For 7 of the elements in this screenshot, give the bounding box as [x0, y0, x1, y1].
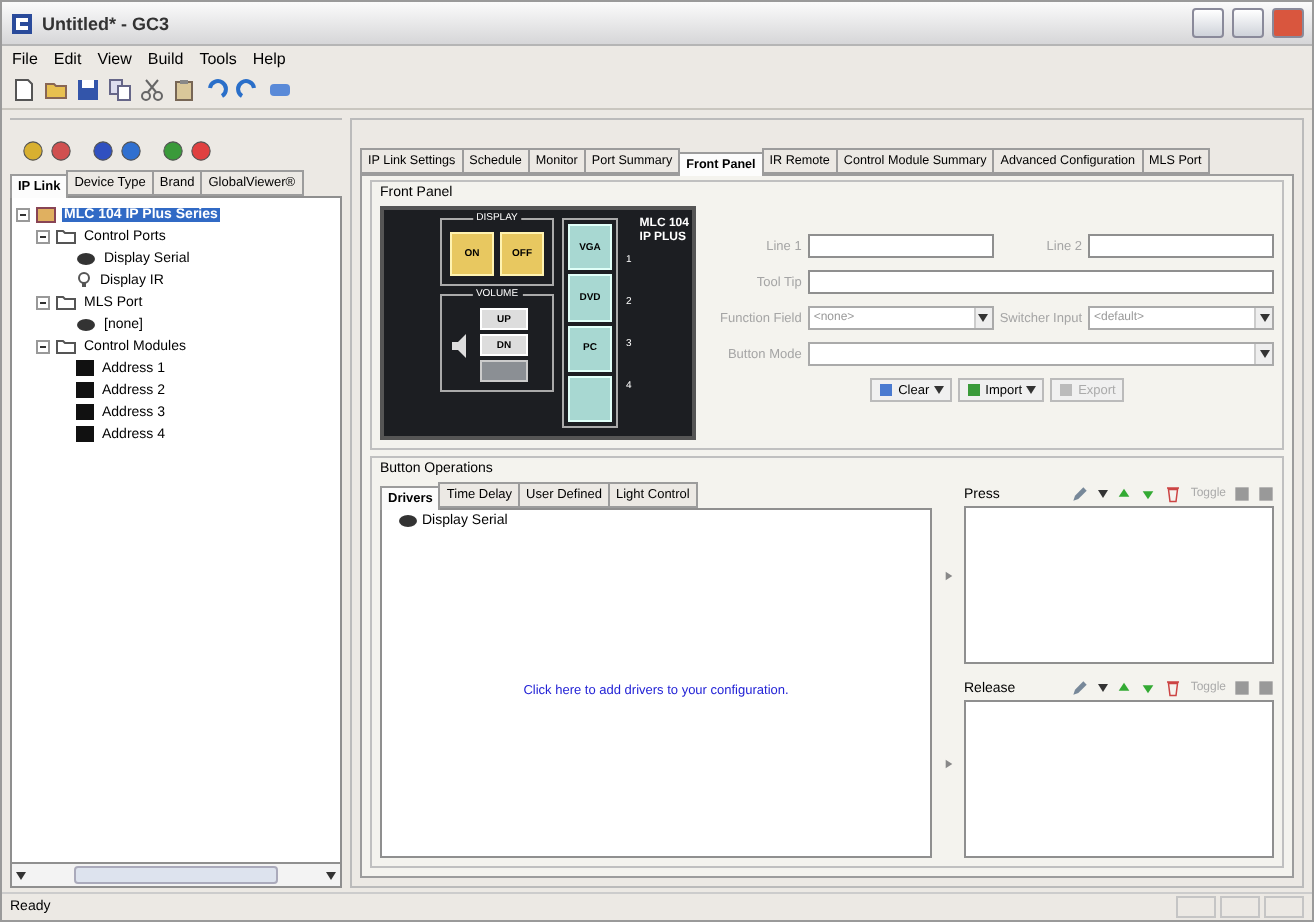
- menu-item[interactable]: File: [12, 50, 38, 68]
- window-title: Untitled* - GC3: [42, 13, 172, 33]
- menu-item[interactable]: Help: [252, 50, 286, 68]
- menu-item[interactable]: Build: [147, 50, 184, 68]
- menu-item[interactable]: Tools: [199, 50, 237, 68]
- menu-item[interactable]: View: [97, 50, 132, 68]
- menu-item[interactable]: Edit: [53, 50, 82, 68]
